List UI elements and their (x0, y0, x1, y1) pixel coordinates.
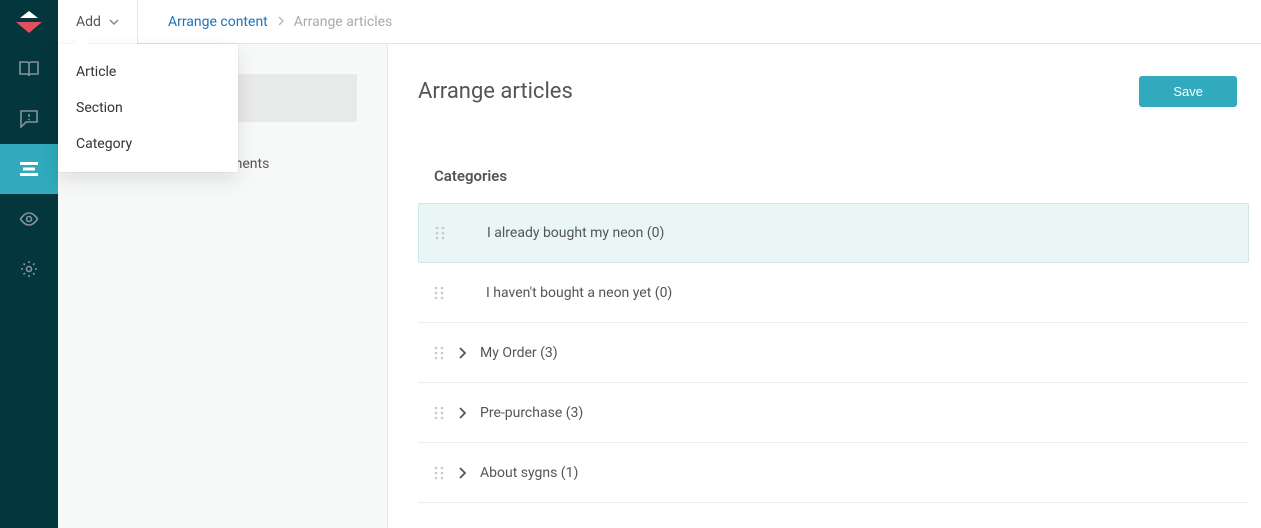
page-title: Arrange articles (418, 79, 573, 104)
category-label[interactable]: Pre-purchase (3) (480, 405, 583, 421)
category-row[interactable]: About sygns (1) (418, 443, 1249, 503)
chevron-right-icon[interactable] (458, 467, 466, 479)
category-row[interactable]: Pre-purchase (3) (418, 383, 1249, 443)
main-content: Arrange articles Save Categories I alrea… (388, 44, 1249, 528)
category-label[interactable]: My Order (3) (480, 345, 558, 361)
dropdown-item-category[interactable]: Category (58, 126, 238, 162)
categories-heading: Categories (434, 167, 1249, 185)
icon-rail (0, 0, 58, 528)
add-dropdown-trigger[interactable]: Add (58, 0, 138, 44)
category-row[interactable]: I haven't bought a neon yet (0) (418, 263, 1249, 323)
breadcrumb-parent[interactable]: Arrange content (168, 14, 268, 30)
save-button[interactable]: Save (1139, 76, 1237, 107)
rail-item-arrange[interactable] (0, 144, 58, 194)
add-label: Add (76, 14, 101, 30)
drag-handle-icon[interactable] (434, 406, 444, 420)
drag-handle-icon[interactable] (434, 466, 444, 480)
rail-item-moderate[interactable] (0, 94, 58, 144)
category-label[interactable]: About sygns (1) (480, 465, 578, 481)
dropdown-item-section[interactable]: Section (58, 90, 238, 126)
dropdown-item-article[interactable]: Article (58, 54, 238, 90)
category-list: I already bought my neon (0) I haven't b… (418, 203, 1249, 503)
rail-item-preview[interactable] (0, 194, 58, 244)
rail-item-settings[interactable] (0, 244, 58, 294)
chevron-down-icon (109, 19, 119, 25)
chevron-right-icon[interactable] (458, 347, 466, 359)
category-row[interactable]: I already bought my neon (0) (418, 203, 1249, 263)
category-label[interactable]: I haven't bought a neon yet (0) (486, 285, 672, 301)
drag-handle-icon[interactable] (434, 286, 444, 300)
category-row[interactable]: My Order (3) (418, 323, 1249, 383)
category-label: I already bought my neon (0) (487, 225, 664, 241)
rail-item-guide[interactable] (0, 44, 58, 94)
chevron-right-icon (278, 14, 284, 30)
drag-handle-icon[interactable] (435, 226, 445, 240)
drag-handle-icon[interactable] (434, 346, 444, 360)
top-bar: Add Arrange content Arrange articles (58, 0, 1261, 44)
breadcrumb: Arrange content Arrange articles (138, 14, 392, 30)
add-dropdown-menu: Article Section Category (58, 44, 238, 172)
app-logo[interactable] (0, 0, 58, 44)
main-header: Arrange articles Save (418, 76, 1249, 107)
chevron-right-icon[interactable] (458, 407, 466, 419)
breadcrumb-current: Arrange articles (294, 14, 393, 30)
